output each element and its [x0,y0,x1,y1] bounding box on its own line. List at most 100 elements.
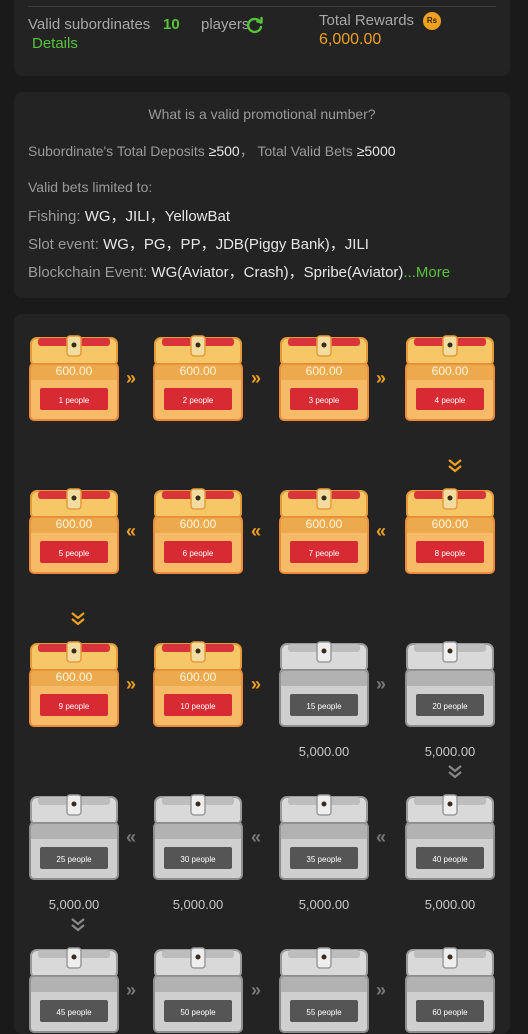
slot-label: Slot event: [28,236,99,253]
chest-reward-amount: 5,000.00 [424,897,476,912]
arrow-left-icon: « [251,827,261,847]
arrow-right-icon: » [376,980,386,1000]
valid-subordinates-label: Valid subordinates [28,16,151,33]
chest-amount: 600.00 [432,364,469,378]
chest-60-people[interactable]: 60 people [404,946,496,1034]
chest-6-people[interactable]: 600.00 6 people [152,487,244,577]
deposits-label: Subordinate's Total Deposits [28,143,205,159]
arrow-right-icon: » [251,980,261,1000]
fishing-label: Fishing: [28,208,81,225]
chest-people: 55 people [306,1008,342,1017]
fishing-value: WG，JILI，YellowBat [84,208,231,225]
chest-people: 5 people [59,549,90,558]
chest-25-people[interactable]: 25 people [28,793,120,883]
arrow-right-icon: » [126,368,136,388]
chest-people: 60 people [432,1008,468,1017]
chest-people: 4 people [435,396,466,405]
chest-2-people[interactable]: 600.00 2 people [152,334,244,424]
chest-people: 7 people [309,549,340,558]
limited-label: Valid bets limited to: [28,179,153,195]
chest-people: 15 people [306,702,342,711]
chest-3-people[interactable]: 600.00 3 people [278,334,370,424]
chest-reward-amount: 5,000.00 [48,897,100,912]
chest-people: 50 people [180,1008,216,1017]
bets-value: ≥5000 [356,143,396,159]
arrow-down-icon [447,458,463,479]
rules-card: What is a valid promotional number? Subo… [14,92,510,298]
arrow-down-icon [447,764,463,785]
chest-7-people[interactable]: 600.00 7 people [278,487,370,577]
chest-1-people[interactable]: 600.00 1 people [28,334,120,424]
chest-8-people[interactable]: 600.00 8 people [404,487,496,577]
chest-amount: 600.00 [56,517,93,531]
chest-people: 8 people [435,549,466,558]
chest-9-people[interactable]: 600.00 9 people [28,640,120,730]
chest-people: 3 people [309,396,340,405]
chest-40-people[interactable]: 40 people [404,793,496,883]
arrow-right-icon: » [251,674,261,694]
arrow-right-icon: » [376,674,386,694]
arrow-right-icon: » [251,368,261,388]
arrow-left-icon: « [251,521,261,541]
divider [28,6,496,7]
chest-amount: 600.00 [56,670,93,684]
chest-amount: 600.00 [306,364,343,378]
blockchain-label: Blockchain Event: [28,264,148,281]
total-rewards-label: Total Rewards [319,12,415,29]
more-link[interactable]: ...More [403,264,450,281]
arrow-right-icon: » [126,980,136,1000]
blockchain-value: WG(Aviator，Crash)，Spribe(Aviator) [151,264,404,281]
fishing-line: Fishing: WG，JILI，YellowBat [28,205,230,226]
deposits-value: ≥500 [208,143,240,159]
chest-50-people[interactable]: 50 people [152,946,244,1034]
total-rewards-value: 6,000.00 [319,31,382,48]
chest-amount: 600.00 [180,517,217,531]
bets-label: Total Valid Bets [257,143,353,159]
requirement-line: Subordinate's Total Deposits ≥500， Total… [28,143,396,159]
valid-subordinates-unit: players [201,16,250,33]
slot-line: Slot event: WG，PG，PP，JDB(Piggy Bank)，JIL… [28,233,369,254]
arrow-down-icon [70,917,86,938]
arrow-left-icon: « [376,827,386,847]
chest-reward-amount: 5,000.00 [172,897,224,912]
details-link[interactable]: Details [32,35,78,52]
chest-people: 35 people [306,855,342,864]
chest-15-people[interactable]: 15 people [278,640,370,730]
chest-people: 45 people [56,1008,92,1017]
arrow-down-icon [70,611,86,632]
chest-grid: 600.00 1 people 600.00 2 people 600.00 3 peop… [14,314,510,1034]
chest-people: 25 people [56,855,92,864]
chest-amount: 600.00 [306,517,343,531]
chest-amount: 600.00 [180,364,217,378]
chest-reward-amount: 5,000.00 [298,897,350,912]
chest-20-people[interactable]: 20 people [404,640,496,730]
arrow-left-icon: « [126,521,136,541]
chest-45-people[interactable]: 45 people [28,946,120,1034]
chest-5-people[interactable]: 600.00 5 people [28,487,120,577]
chest-amount: 600.00 [432,517,469,531]
rules-title: What is a valid promotional number? [148,106,376,122]
chest-people: 2 people [183,396,214,405]
slot-value: WG，PG，PP，JDB(Piggy Bank)，JILI [103,236,369,253]
blockchain-line: Blockchain Event: WG(Aviator，Crash)，Spri… [28,261,450,282]
refresh-icon[interactable] [245,15,265,35]
arrow-left-icon: « [126,827,136,847]
chest-10-people[interactable]: 600.00 10 people [152,640,244,730]
arrow-left-icon: « [376,521,386,541]
chest-people: 40 people [432,855,468,864]
rupee-coin-icon: Rs [423,12,441,30]
arrow-right-icon: » [376,368,386,388]
chest-amount: 600.00 [56,364,93,378]
chest-people: 1 people [59,396,90,405]
chest-reward-amount: 5,000.00 [424,744,476,759]
chest-4-people[interactable]: 600.00 4 people [404,334,496,424]
chest-55-people[interactable]: 55 people [278,946,370,1034]
chest-people: 9 people [59,702,90,711]
chest-amount: 600.00 [180,670,217,684]
chest-35-people[interactable]: 35 people [278,793,370,883]
chest-people: 20 people [432,702,468,711]
arrow-right-icon: » [126,674,136,694]
chest-people: 6 people [183,549,214,558]
chest-30-people[interactable]: 30 people [152,793,244,883]
valid-subordinates-count: 10 [163,16,180,33]
